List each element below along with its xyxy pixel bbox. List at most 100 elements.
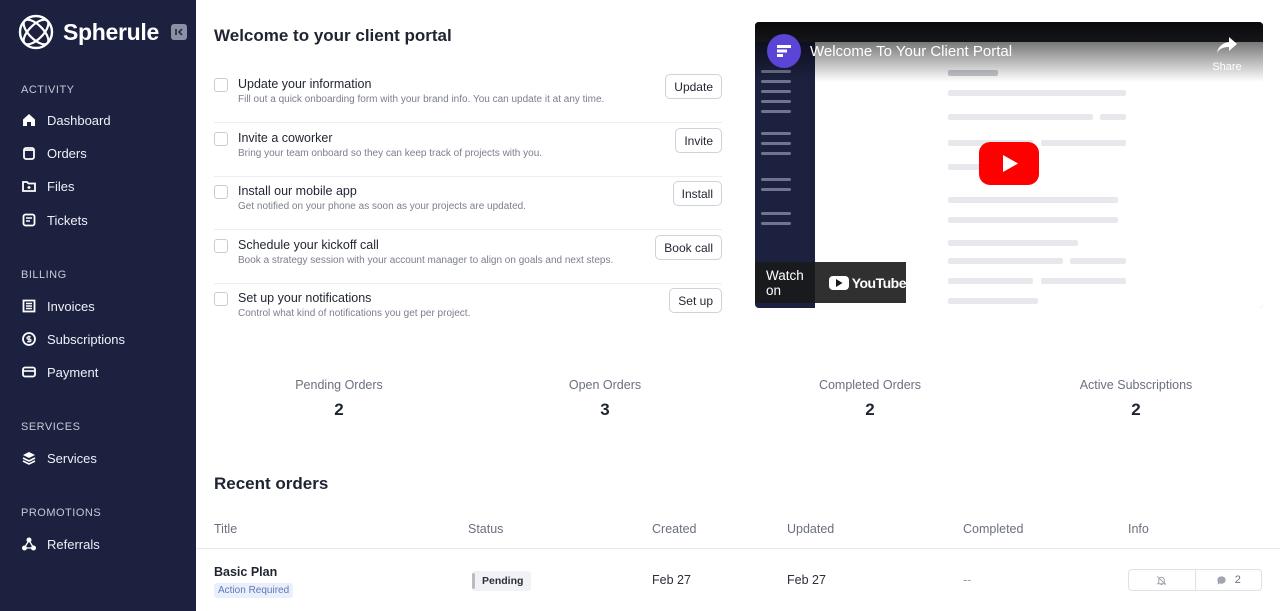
onboarding-task: Set up your notifications Control what k… — [214, 284, 722, 337]
home-icon — [21, 112, 37, 128]
sidebar-item-dashboard[interactable]: Dashboard — [0, 105, 196, 135]
sidebar-item-tickets[interactable]: Tickets — [0, 205, 196, 235]
comments-button[interactable]: 2 — [1194, 570, 1262, 590]
sidebar-item-label: Dashboard — [47, 112, 111, 128]
stat-label: Pending Orders — [295, 378, 383, 392]
task-checkbox[interactable] — [214, 132, 228, 146]
invoice-icon — [21, 298, 37, 314]
section-title-services: SERVICES — [21, 421, 81, 433]
recent-orders-title: Recent orders — [214, 474, 329, 493]
task-title: Invite a coworker — [238, 131, 333, 145]
welcome-title: Welcome to your client portal — [214, 26, 452, 45]
book-call-button[interactable]: Book call — [655, 235, 722, 260]
sidebar-item-payment[interactable]: Payment — [0, 357, 196, 387]
order-updated: Feb 27 — [787, 573, 826, 587]
video-share-button[interactable]: Share — [1207, 36, 1247, 73]
task-description: Book a strategy session with your accoun… — [238, 255, 614, 266]
onboarding-task: Schedule your kickoff call Book a strate… — [214, 231, 722, 284]
watch-on-label: Watch on — [766, 267, 804, 298]
table-header-divider — [196, 548, 1280, 549]
column-header-info: Info — [1128, 522, 1149, 536]
layers-icon — [21, 450, 37, 466]
sidebar-item-label: Orders — [47, 145, 87, 161]
task-description: Get notified on your phone as soon as yo… — [238, 201, 526, 212]
comment-icon — [1217, 575, 1226, 585]
orders-icon — [21, 145, 37, 161]
update-button[interactable]: Update — [665, 74, 722, 99]
ticket-icon — [21, 212, 37, 228]
task-description: Control what kind of notifications you g… — [238, 308, 471, 319]
task-title: Install our mobile app — [238, 184, 357, 198]
section-title-activity: ACTIVITY — [21, 84, 75, 96]
collapse-sidebar-icon[interactable] — [171, 24, 188, 40]
channel-avatar-icon[interactable] — [767, 34, 801, 68]
sidebar-item-label: Services — [47, 450, 97, 466]
brand-name: Spherule — [63, 18, 160, 45]
task-description: Fill out a quick onboarding form with yo… — [238, 94, 605, 105]
sidebar-item-orders[interactable]: Orders — [0, 138, 196, 168]
youtube-logo-icon: YouTube — [828, 274, 907, 291]
referral-icon — [21, 536, 37, 552]
play-button-icon[interactable] — [979, 142, 1039, 185]
column-header-created[interactable]: Created — [652, 522, 696, 536]
stat-value: 3 — [600, 400, 610, 419]
column-header-status[interactable]: Status — [468, 522, 503, 536]
sidebar-item-invoices[interactable]: Invoices — [0, 291, 196, 321]
task-checkbox[interactable] — [214, 78, 228, 92]
task-title: Update your information — [238, 77, 372, 91]
sidebar-item-label: Invoices — [47, 298, 95, 314]
stat-open-orders: Open Orders 3 — [505, 378, 705, 420]
set-up-button[interactable]: Set up — [669, 288, 722, 313]
section-title-billing: BILLING — [21, 269, 67, 281]
order-completed: -- — [963, 573, 972, 587]
share-label: Share — [1212, 61, 1242, 73]
stat-value: 2 — [865, 400, 875, 419]
sidebar-item-label: Files — [47, 178, 75, 194]
task-title: Schedule your kickoff call — [238, 238, 379, 252]
task-checkbox[interactable] — [214, 292, 228, 306]
subscription-icon — [21, 331, 37, 347]
order-title[interactable]: Basic Plan — [214, 565, 277, 579]
brand[interactable]: Spherule — [0, 0, 196, 64]
sidebar-item-label: Payment — [47, 364, 99, 380]
task-checkbox[interactable] — [214, 185, 228, 199]
sidebar-item-subscriptions[interactable]: Subscriptions — [0, 324, 196, 354]
stat-label: Completed Orders — [818, 378, 922, 392]
stat-label: Open Orders — [568, 378, 642, 392]
onboarding-task: Invite a coworker Bring your team onboar… — [214, 124, 722, 177]
stat-active-subscriptions: Active Subscriptions 2 — [1036, 378, 1236, 420]
status-label: Pending — [482, 575, 524, 587]
stat-label: Active Subscriptions — [1079, 378, 1193, 392]
watch-on-youtube-button[interactable]: Watch on YouTube — [755, 262, 907, 303]
invite-button[interactable]: Invite — [675, 128, 722, 153]
task-title: Set up your notifications — [238, 291, 372, 305]
column-header-title[interactable]: Title — [214, 522, 237, 536]
folder-icon — [21, 178, 37, 194]
stat-value: 2 — [1131, 400, 1141, 419]
video-embed[interactable]: Welcome To Your Client Portal Share Watc… — [755, 22, 1263, 308]
main-content: Welcome to your client portal Update you… — [196, 0, 1280, 611]
muted-notifications-button[interactable] — [1129, 570, 1195, 590]
order-info-group: 2 — [1128, 569, 1262, 591]
video-title[interactable]: Welcome To Your Client Portal — [810, 43, 1012, 60]
sidebar-item-label: Referrals — [47, 536, 100, 552]
onboarding-task: Update your information Fill out a quick… — [214, 70, 722, 123]
stat-completed-orders: Completed Orders 2 — [770, 378, 970, 420]
sidebar-item-files[interactable]: Files — [0, 171, 196, 201]
sidebar-item-referrals[interactable]: Referrals — [0, 529, 196, 559]
bell-off-icon — [1156, 575, 1167, 585]
status-badge: Pending — [472, 571, 532, 591]
stat-value: 2 — [334, 400, 344, 419]
order-created: Feb 27 — [652, 573, 691, 587]
youtube-wordmark: YouTube — [851, 274, 907, 291]
sidebar-item-label: Tickets — [47, 212, 88, 228]
sidebar-item-services[interactable]: Services — [0, 443, 196, 473]
column-header-completed[interactable]: Completed — [963, 522, 1023, 536]
column-header-updated[interactable]: Updated — [787, 522, 834, 536]
spherule-logo-icon — [18, 14, 54, 50]
card-icon — [21, 364, 37, 380]
install-button[interactable]: Install — [672, 181, 722, 206]
task-checkbox[interactable] — [214, 239, 228, 253]
share-icon — [1217, 37, 1237, 53]
sidebar: Spherule ACTIVITY Dashboard Orders Files… — [0, 0, 196, 611]
